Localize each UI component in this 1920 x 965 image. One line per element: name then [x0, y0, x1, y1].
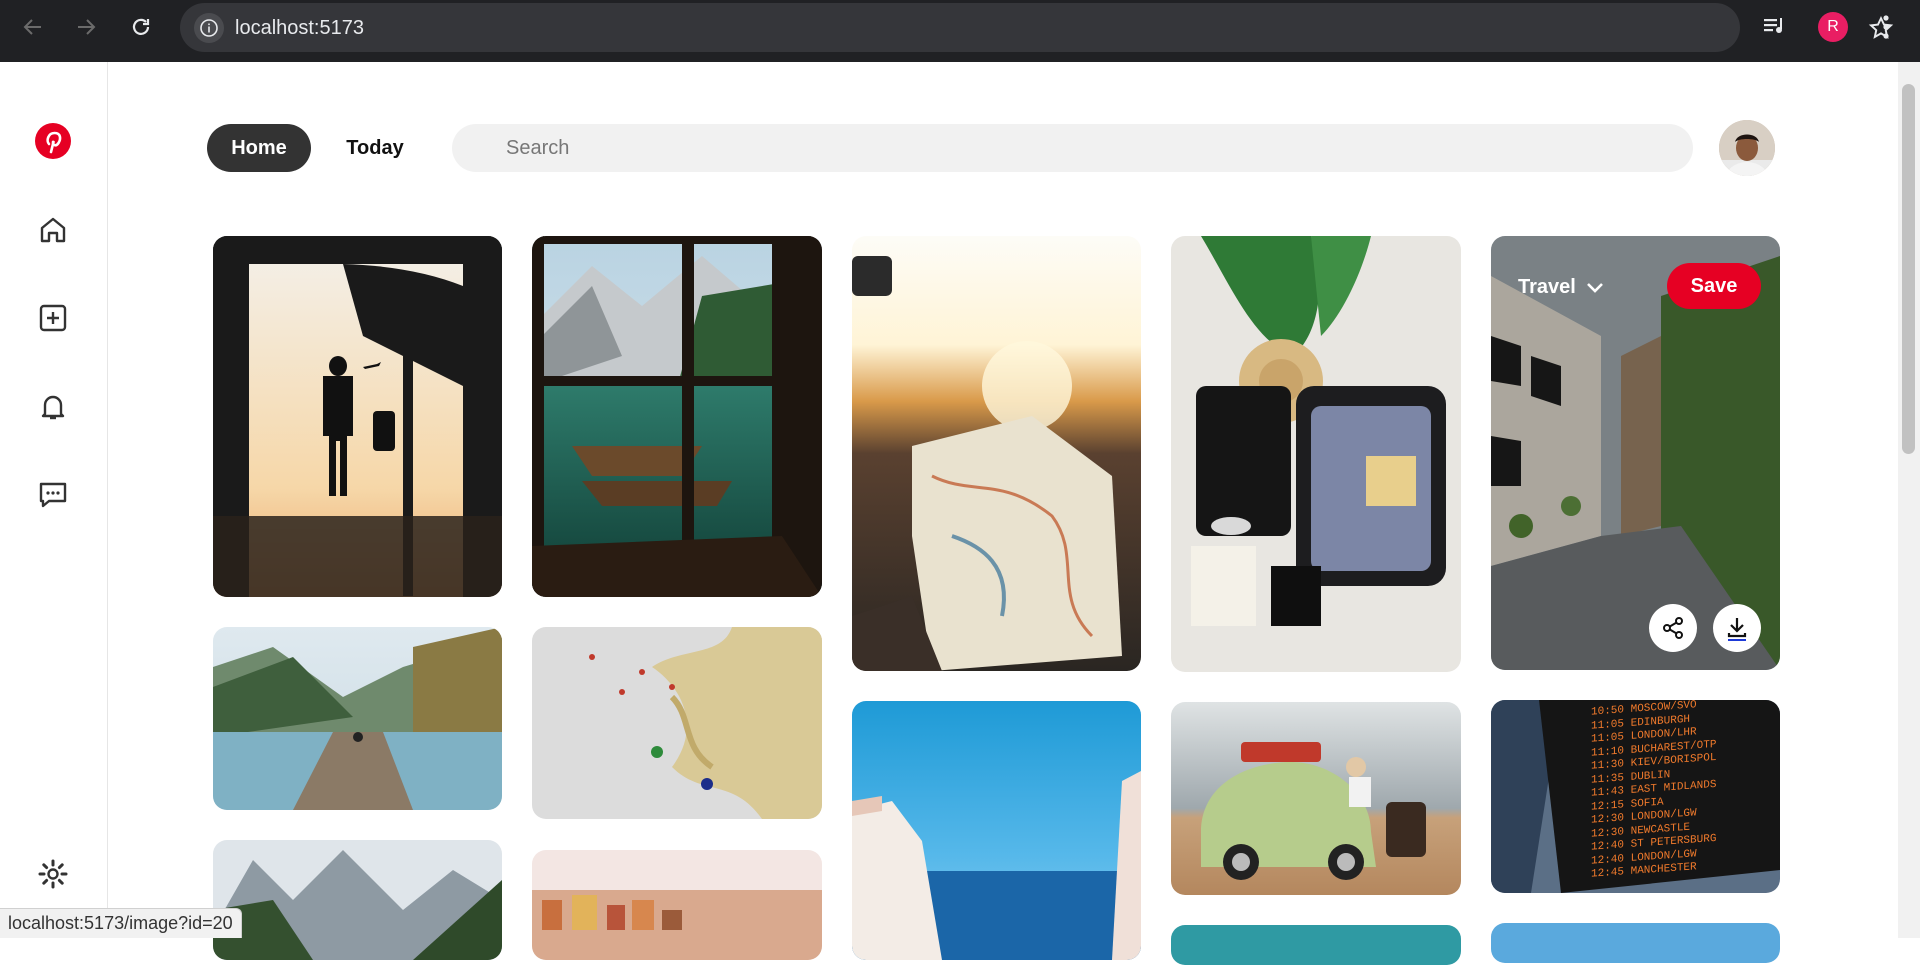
pin-image-coastal-village[interactable] [532, 850, 822, 960]
pin-image-teal-water[interactable] [1171, 925, 1461, 965]
create-icon[interactable] [34, 299, 72, 337]
pinterest-logo-icon[interactable] [34, 122, 72, 160]
pin-image-santorini[interactable] [852, 701, 1141, 960]
chevron-down-icon [1586, 282, 1603, 293]
link-status-bar: localhost:5173/image?id=20 [0, 908, 242, 938]
more-menu-icon[interactable] [1876, 11, 1896, 48]
user-avatar[interactable] [1719, 120, 1775, 176]
media-controls-icon[interactable] [1762, 14, 1788, 43]
page-scrollbar-thumb[interactable] [1902, 84, 1915, 454]
settings-gear-icon[interactable] [34, 855, 72, 893]
board-selector[interactable]: Travel [1518, 276, 1604, 299]
pin-image-blue-sky[interactable] [1491, 923, 1780, 963]
board-name: Travel [1518, 276, 1576, 298]
site-info-icon[interactable] [194, 13, 224, 43]
forward-icon[interactable] [70, 11, 102, 43]
pin-image-map-car[interactable] [852, 236, 1141, 671]
save-button[interactable]: Save [1667, 263, 1761, 309]
search-input[interactable] [452, 124, 1693, 172]
pin-image-flight-board[interactable]: 10:50 MOSCOW/SVO 11:05 EDINBURGH 11:05 L… [1491, 700, 1780, 893]
download-icon[interactable] [1713, 604, 1761, 652]
home-icon[interactable] [34, 211, 72, 249]
reload-icon[interactable] [125, 11, 157, 43]
pin-image-mountains[interactable] [213, 840, 502, 960]
address-bar[interactable]: localhost:5173 [180, 3, 1894, 52]
pin-image-traveler-window[interactable] [213, 236, 502, 597]
messages-icon[interactable] [34, 476, 72, 514]
share-icon[interactable] [1649, 604, 1697, 652]
notifications-bell-icon[interactable] [34, 388, 72, 426]
flight-board-list: 10:50 MOSCOW/SVO 11:05 EDINBURGH 11:05 L… [1591, 700, 1780, 882]
today-tab-button[interactable]: Today [326, 124, 424, 172]
profile-avatar[interactable]: R [1818, 12, 1848, 42]
pin-image-map-pins[interactable] [532, 627, 822, 819]
pin-image-lake-window[interactable] [532, 236, 822, 597]
sidebar [0, 62, 108, 938]
pin-image-vintage-car[interactable] [1171, 702, 1461, 895]
browser-toolbar: localhost:5173 R [0, 0, 1920, 62]
pin-image-packed-suitcase[interactable] [1171, 236, 1461, 672]
url-text: localhost:5173 [235, 17, 364, 39]
home-tab-button[interactable]: Home [207, 124, 311, 172]
back-icon[interactable] [17, 11, 49, 43]
pin-image-cobblestone-street[interactable]: Travel Save [1491, 236, 1780, 670]
pin-image-lake-dock[interactable] [213, 627, 502, 810]
